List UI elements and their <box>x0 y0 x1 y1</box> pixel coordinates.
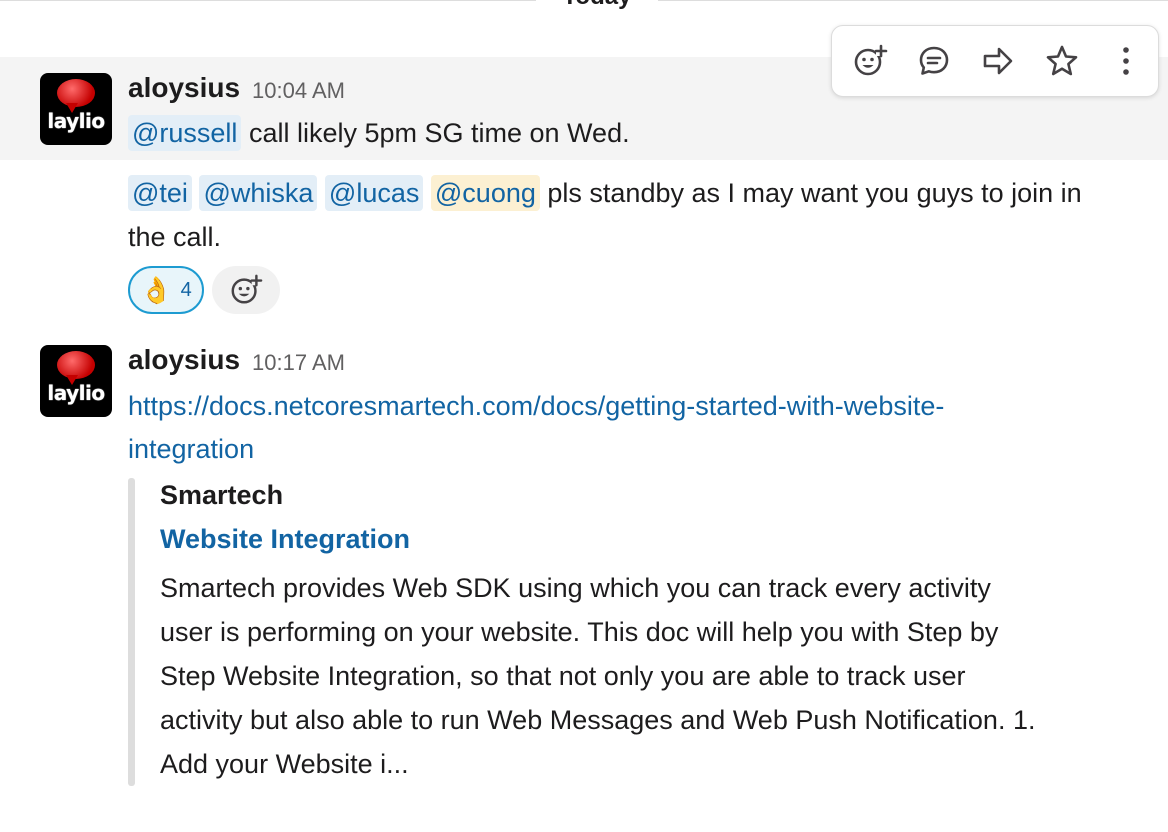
user-mention[interactable]: @whiska <box>199 175 318 211</box>
unfurl-description-line: user is performing on your website. This… <box>160 617 999 647</box>
reaction-pill[interactable]: 👌 4 <box>128 266 204 314</box>
comment-icon <box>919 46 949 75</box>
message-text: pls standby as I may want you guys to jo… <box>547 178 1082 208</box>
save-item-button[interactable] <box>1038 37 1086 85</box>
unfurl-title-link[interactable]: Website Integration <box>160 524 410 555</box>
message-actions-toolbar <box>831 25 1159 97</box>
unfurl-description-line: Smartech provides Web SDK using which yo… <box>160 573 991 603</box>
user-mention[interactable]: @lucas <box>324 175 424 211</box>
message-text: call likely 5pm SG time on Wed. <box>248 118 630 148</box>
reply-in-thread-button[interactable] <box>910 37 958 85</box>
sender-name[interactable]: aloysius <box>128 72 240 104</box>
message-link: integration <box>128 427 254 471</box>
unfurl-accent-bar <box>128 478 135 786</box>
self-mention[interactable]: @cuong <box>430 175 540 211</box>
unfurl-description-line: Step Website Integration, so that not on… <box>160 661 966 691</box>
more-actions-button[interactable] <box>1102 37 1150 85</box>
reaction-count: 4 <box>180 278 192 301</box>
message-timestamp[interactable]: 10:17 AM <box>252 350 345 376</box>
unfurl-description-line: activity but also able to run Web Messag… <box>160 705 1036 735</box>
url-link-continued[interactable]: integration <box>128 434 254 464</box>
date-divider-label[interactable]: Today <box>536 0 658 16</box>
avatar[interactable]: laylio <box>40 73 112 145</box>
avatar-logo-text: laylio <box>47 381 105 405</box>
sender-name[interactable]: aloysius <box>128 344 240 376</box>
add-reaction-button[interactable] <box>846 37 894 85</box>
ok-hand-emoji: 👌 <box>140 275 173 305</box>
avatar[interactable]: laylio <box>40 345 112 417</box>
unfurl-description-line: Add your Website i... <box>160 749 409 779</box>
add-reaction-button[interactable] <box>212 266 280 314</box>
avatar-logo-text: laylio <box>47 109 105 133</box>
message-link: https://docs.netcoresmartech.com/docs/ge… <box>128 384 944 428</box>
url-link[interactable]: https://docs.netcoresmartech.com/docs/ge… <box>128 391 944 421</box>
unfurl-site-name: Smartech <box>160 480 284 510</box>
unfurl-description: Smartech provides Web SDK using which yo… <box>160 566 1140 786</box>
forward-arrow-icon <box>983 47 1013 75</box>
message-pane: Today laylio aloysius 10:04 AM @russell … <box>0 0 1168 832</box>
emoji-add-icon <box>854 44 888 76</box>
user-mention[interactable]: @russell <box>128 115 242 151</box>
vertical-ellipsis-icon <box>1123 47 1129 75</box>
message-text: the call. <box>128 222 222 252</box>
star-icon <box>1046 45 1078 76</box>
share-message-button[interactable] <box>974 37 1022 85</box>
message-timestamp[interactable]: 10:04 AM <box>252 78 345 104</box>
emoji-add-icon <box>231 274 263 304</box>
message-text-line: @russell call likely 5pm SG time on Wed. <box>128 111 630 155</box>
user-mention[interactable]: @tei <box>128 175 192 211</box>
message-text-line: @tei @whiska @lucas @cuong pls standby a… <box>128 171 1082 215</box>
